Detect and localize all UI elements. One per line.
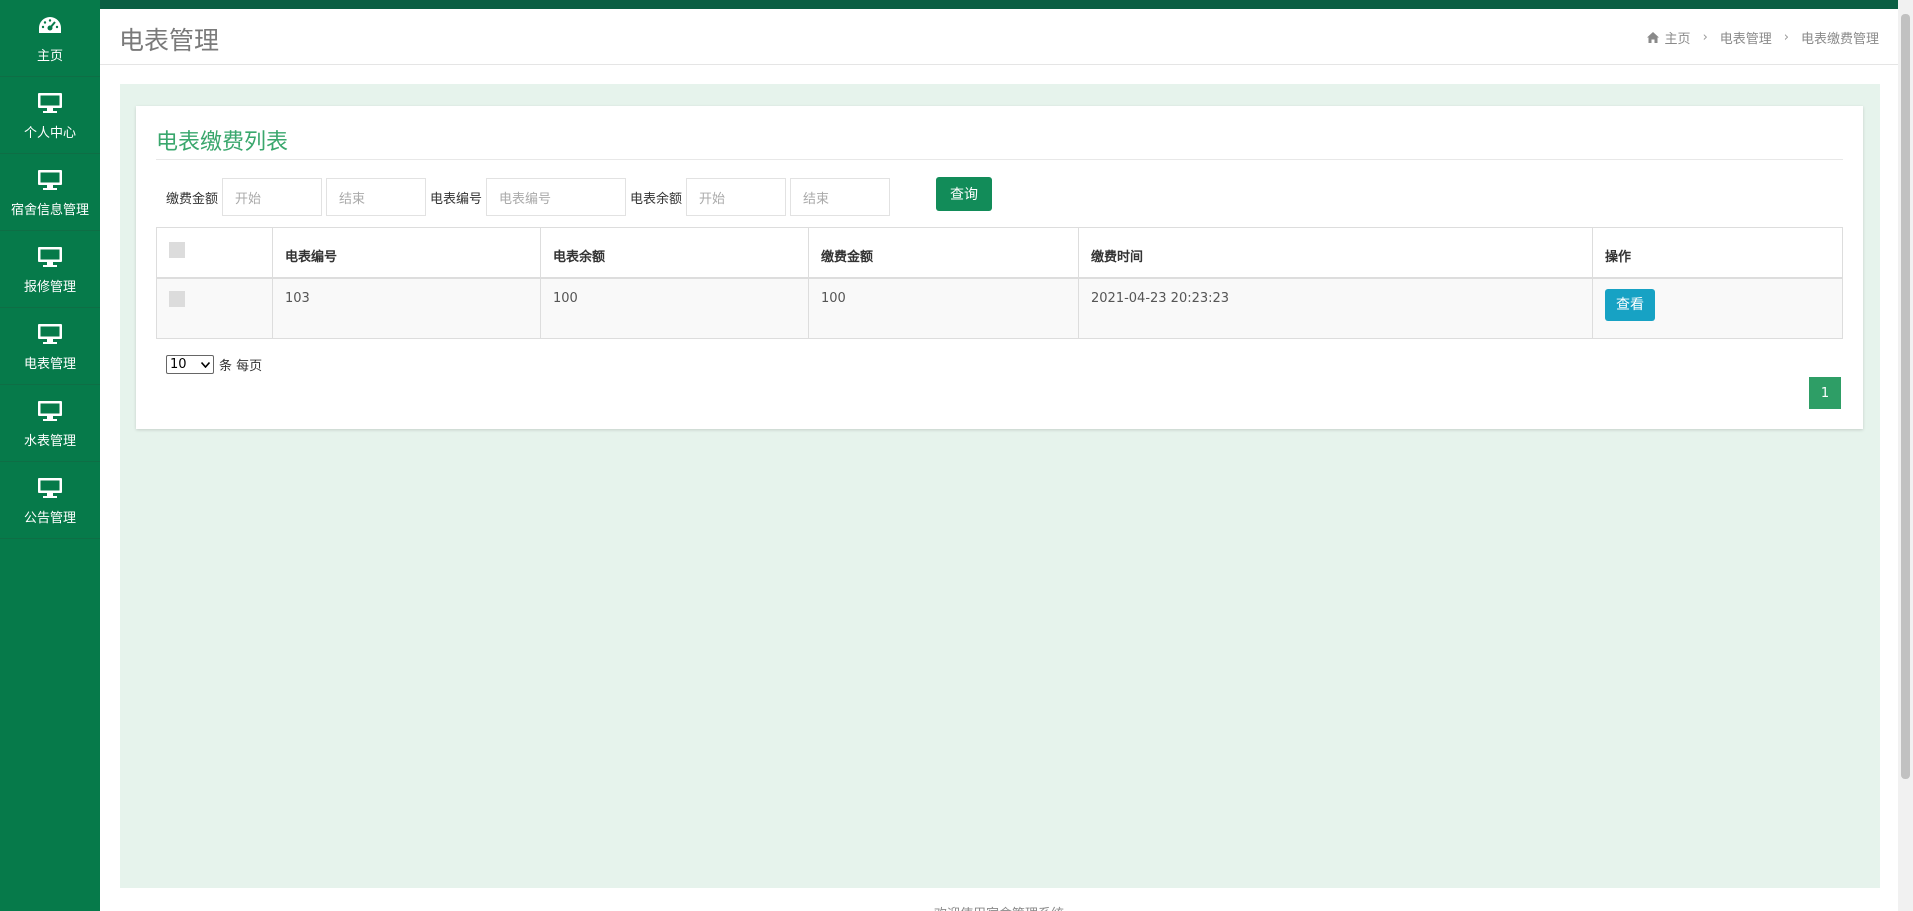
sidebar-item-label: 公告管理 xyxy=(23,510,76,526)
balance-label: 电表余额 xyxy=(630,191,683,207)
meter-label: 电表编号 xyxy=(430,191,483,207)
sidebar-item-notice[interactable]: 公告管理 xyxy=(0,462,100,539)
scrollbar-thumb[interactable] xyxy=(1901,14,1910,779)
balance-end-input[interactable]: 结束 xyxy=(790,178,891,216)
top-strip xyxy=(0,0,1913,9)
sidebar-item-label: 主页 xyxy=(36,48,63,64)
page-size-value: 10 xyxy=(170,357,187,372)
footer: 欢迎使用宿舍管理系统 xyxy=(100,888,1898,911)
page-button-current[interactable]: 1 xyxy=(1809,377,1841,409)
sidebar-item-profile[interactable]: 个人中心 xyxy=(0,77,100,154)
breadcrumb-electric[interactable]: 电表管理 xyxy=(1720,28,1772,47)
view-button[interactable]: 查看 xyxy=(1605,288,1655,321)
amount-start-placeholder: 开始 xyxy=(235,191,262,207)
table-row: 103 100 100 2021-04-23 20:23:23 查看 xyxy=(156,277,1843,339)
meter-number-cell: 103 xyxy=(272,277,541,339)
query-button[interactable]: 查询 xyxy=(936,177,992,211)
sidebar-item-label: 报修管理 xyxy=(23,279,76,295)
panel-title: 电表缴费列表 xyxy=(156,130,289,155)
breadcrumb-current: 电表缴费管理 xyxy=(1800,32,1879,47)
monitor-icon xyxy=(36,321,64,347)
amount-end-input[interactable]: 结束 xyxy=(326,178,427,216)
home-icon xyxy=(1646,32,1659,43)
select-all-checkbox[interactable] xyxy=(169,242,185,258)
search-form: 缴费金额 开始 结束 电表编号 电表编号 电表余额 开始 结束 xyxy=(166,178,894,216)
sidebar-item-label: 水表管理 xyxy=(23,433,76,449)
amount-start-input[interactable]: 开始 xyxy=(222,178,323,216)
chevron-right-icon: › xyxy=(1702,30,1708,45)
amount-end-placeholder: 结束 xyxy=(339,191,366,207)
meter-number-placeholder: 电表编号 xyxy=(499,191,552,207)
sidebar-item-home[interactable]: 主页 xyxy=(0,0,100,77)
divider xyxy=(156,159,1843,160)
vertical-scrollbar[interactable] xyxy=(1898,0,1913,911)
monitor-icon xyxy=(36,90,64,116)
column-header: 操作 xyxy=(1592,227,1843,279)
table-header-row: 电表编号 电表余额 缴费金额 缴费时间 操作 xyxy=(156,227,1843,279)
monitor-icon xyxy=(36,475,64,501)
page-size-control: 10 条 每页 xyxy=(166,355,262,374)
footer-text: 欢迎使用宿舍管理系统 xyxy=(100,903,1898,911)
amount-label: 缴费金额 xyxy=(166,191,219,207)
sidebar-item-repair[interactable]: 报修管理 xyxy=(0,231,100,308)
column-header[interactable]: 电表编号 xyxy=(272,227,541,279)
meter-number-input[interactable]: 电表编号 xyxy=(486,178,627,216)
row-select-cell xyxy=(156,277,273,339)
balance-start-input[interactable]: 开始 xyxy=(686,178,787,216)
sidebar-item-label: 电表管理 xyxy=(23,356,76,372)
amount-cell: 100 xyxy=(808,277,1079,339)
dashboard-icon xyxy=(36,13,64,39)
balance-end-placeholder: 结束 xyxy=(803,191,830,207)
payment-table: 电表编号 电表余额 缴费金额 缴费时间 操作 103 100 100 2021-… xyxy=(156,227,1843,339)
breadcrumb-home[interactable]: 主页 xyxy=(1665,28,1691,47)
time-cell: 2021-04-23 20:23:23 xyxy=(1078,277,1593,339)
page-header: 电表管理 主页 › 电表管理 › 电表缴费管理 xyxy=(100,9,1898,65)
select-all-cell xyxy=(156,227,273,279)
balance-cell: 100 xyxy=(540,277,809,339)
column-header[interactable]: 缴费金额 xyxy=(808,227,1079,279)
sidebar-item-water[interactable]: 水表管理 xyxy=(0,385,100,462)
chevron-down-icon xyxy=(200,357,211,372)
monitor-icon xyxy=(36,167,64,193)
chevron-right-icon: › xyxy=(1783,30,1789,45)
sidebar-item-dorm[interactable]: 宿舍信息管理 xyxy=(0,154,100,231)
monitor-icon xyxy=(36,244,64,270)
page-size-select[interactable]: 10 xyxy=(166,355,214,374)
sidebar: 主页 个人中心 宿舍信息管理 报修管理 电表管理 水表管理 公告管理 xyxy=(0,0,100,911)
sidebar-item-label: 个人中心 xyxy=(23,125,76,141)
action-cell: 查看 xyxy=(1592,277,1843,339)
monitor-icon xyxy=(36,398,64,424)
balance-start-placeholder: 开始 xyxy=(699,191,726,207)
column-header[interactable]: 电表余额 xyxy=(540,227,809,279)
sidebar-item-electric[interactable]: 电表管理 xyxy=(0,308,100,385)
column-header[interactable]: 缴费时间 xyxy=(1078,227,1593,279)
breadcrumb: 主页 › 电表管理 › 电表缴费管理 xyxy=(1646,28,1879,47)
sidebar-item-label: 宿舍信息管理 xyxy=(10,202,89,218)
page-title: 电表管理 xyxy=(119,26,220,55)
page-size-suffix: 条 每页 xyxy=(219,359,263,374)
payment-list-panel: 电表缴费列表 缴费金额 开始 结束 电表编号 电表编号 电表余额 开始 结束 查… xyxy=(136,106,1863,429)
row-checkbox[interactable] xyxy=(169,290,185,307)
